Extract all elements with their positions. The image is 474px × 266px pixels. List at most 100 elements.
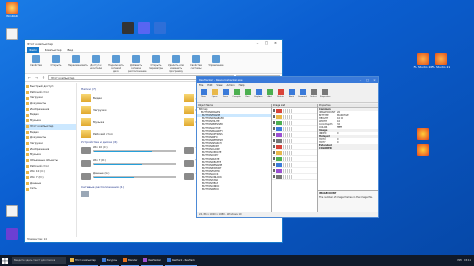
checkbox[interactable] (273, 139, 276, 142)
checkbox[interactable] (273, 157, 276, 160)
ribbon-rename-button[interactable]: Переименовать (68, 55, 88, 71)
nav-item[interactable]: Сеть (25, 186, 76, 192)
open-icon (52, 55, 60, 63)
forward-icon[interactable]: → (34, 76, 39, 80)
ribbon-add-location-button[interactable]: Добавить сетевое расположение (128, 55, 147, 73)
menu-item[interactable]: View (216, 84, 222, 87)
ribbon-map-drive-button[interactable]: Подключить сетевой диск (108, 55, 124, 73)
taskbar-app[interactable]: Этот компьютер (68, 255, 98, 266)
flstudio21-desktop-icon[interactable]: FL Studio 21 (430, 53, 452, 70)
image-list-row[interactable] (272, 174, 317, 180)
taskbar-app-label: Ресурсы (106, 258, 118, 262)
ribbon-system-button[interactable]: Свойства системы (188, 55, 204, 71)
folder-label: Рабочий стол (93, 131, 113, 136)
nav-item-label: Изображения (30, 106, 50, 111)
top-desktop-icon-3[interactable] (149, 22, 171, 35)
property-value (337, 147, 378, 150)
checkbox[interactable] (273, 115, 276, 118)
checkbox[interactable] (273, 121, 276, 124)
back-icon[interactable]: ← (27, 76, 32, 80)
folder-icon (26, 142, 29, 146)
exe-desktop-icon[interactable] (1, 205, 23, 218)
checkbox[interactable] (273, 163, 276, 166)
toolbar-button[interactable]: New (199, 89, 208, 101)
tab-file[interactable]: Файл (27, 46, 39, 53)
maximize-icon[interactable]: □ (364, 78, 371, 82)
image-preview (283, 138, 294, 143)
ribbon-settings-button[interactable]: Открыть параметры (148, 55, 164, 71)
close-icon[interactable]: × (371, 78, 378, 82)
ribbon-open-button[interactable]: Открыть (48, 55, 64, 71)
toolbar-button[interactable]: Open (210, 89, 219, 101)
toolbar-button[interactable]: Compile (232, 89, 241, 101)
menu-item[interactable]: Edit (207, 84, 212, 87)
checkbox[interactable] (273, 169, 276, 172)
toolbar-button[interactable]: Replace (254, 89, 263, 101)
tab-computer[interactable]: Компьютер (45, 48, 62, 52)
toolbar-button[interactable]: Properties (320, 89, 331, 101)
taskbar-app[interactable]: Blender (121, 255, 140, 266)
resource-editor-window[interactable]: ResHacker - Resourcehacker.exe – □ × Fil… (196, 76, 379, 218)
tree-node[interactable]: BUTTONREDO (197, 188, 271, 191)
start-button[interactable] (0, 255, 10, 266)
checkbox[interactable] (273, 175, 276, 178)
taskbar-app[interactable]: ResHacker (141, 255, 164, 266)
toolbar-button[interactable]: Forward (298, 89, 307, 101)
folder-item[interactable]: Загрузки (81, 105, 176, 114)
firefox-icon (417, 128, 429, 140)
folder-item[interactable]: Рабочий стол (81, 129, 176, 138)
folder-icon (81, 129, 91, 138)
file-desktop-icon[interactable] (1, 28, 23, 41)
checkbox[interactable] (273, 109, 276, 112)
menu-item[interactable]: File (199, 84, 203, 87)
minimize-icon[interactable]: – (253, 40, 262, 47)
app-desktop-icon[interactable] (1, 228, 23, 241)
taskbar-search[interactable]: Введите здесь текст для поиска (12, 257, 66, 264)
folder-item[interactable]: Видео (81, 93, 176, 102)
app-icon (123, 258, 128, 262)
toolbar-button[interactable]: Delete (276, 89, 285, 101)
toolbar-button[interactable]: Select (309, 89, 318, 101)
nav-item-label: Быстрый доступ (30, 84, 54, 88)
explorer-titlebar[interactable]: Этот компьютер – □ × (25, 40, 282, 47)
ribbon-uninstall-button[interactable]: Удалить или изменить программу (168, 55, 184, 73)
tab-view[interactable]: Вид (68, 48, 74, 52)
ribbon-manage-button[interactable]: Управление (208, 55, 224, 71)
toolbar-icon (233, 89, 240, 95)
toolbar-button[interactable]: Back (287, 89, 296, 101)
ribbon-properties-button[interactable]: Свойства (28, 55, 44, 71)
firefox-desktop-icon-1[interactable] (412, 128, 434, 141)
checkbox[interactable] (273, 145, 276, 148)
language-indicator[interactable]: РУС (458, 259, 463, 262)
menu-item[interactable]: Help (239, 84, 245, 87)
menu-item[interactable]: Action (227, 84, 235, 87)
firefox-desktop-icon-2[interactable] (412, 144, 434, 157)
close-icon[interactable]: × (271, 40, 280, 47)
toolbar-button[interactable]: Run (243, 89, 252, 101)
folder-icon (26, 136, 29, 140)
drive-item[interactable]: Данные (G:) (81, 172, 176, 183)
taskbar-app[interactable]: Ресурсы (99, 255, 120, 266)
toolbar-button[interactable]: Save (221, 89, 230, 101)
checkbox[interactable] (273, 127, 276, 130)
clock[interactable]: 15:11 (464, 259, 471, 262)
property-row[interactable]: COLORED (318, 147, 378, 150)
taskbar-app-label: Этот компьютер (75, 258, 96, 262)
drive-item[interactable]: Win 7 (D:) (81, 159, 176, 170)
flstudio-icon (417, 53, 429, 65)
toolbar-button[interactable]: Add (265, 89, 274, 101)
checkbox[interactable] (273, 151, 276, 154)
minimize-icon[interactable]: – (357, 78, 364, 82)
ribbon-media-button[interactable]: Доступ к носителю (88, 55, 104, 71)
taskbar-app[interactable]: ResHack - ResHack (165, 255, 197, 266)
firefox-icon (417, 144, 429, 156)
folder-icon (26, 159, 29, 163)
folder-item[interactable]: Музыка (81, 117, 176, 126)
winrar-desktop-icon[interactable]: WinRAR (1, 2, 23, 19)
up-icon[interactable]: ↑ (41, 76, 46, 80)
checkbox[interactable] (273, 133, 276, 136)
app-icon (167, 258, 172, 262)
folder-label: Видео (93, 95, 103, 100)
maximize-icon[interactable]: □ (262, 40, 271, 47)
drive-item[interactable]: Win 10 (C:) (81, 146, 176, 157)
